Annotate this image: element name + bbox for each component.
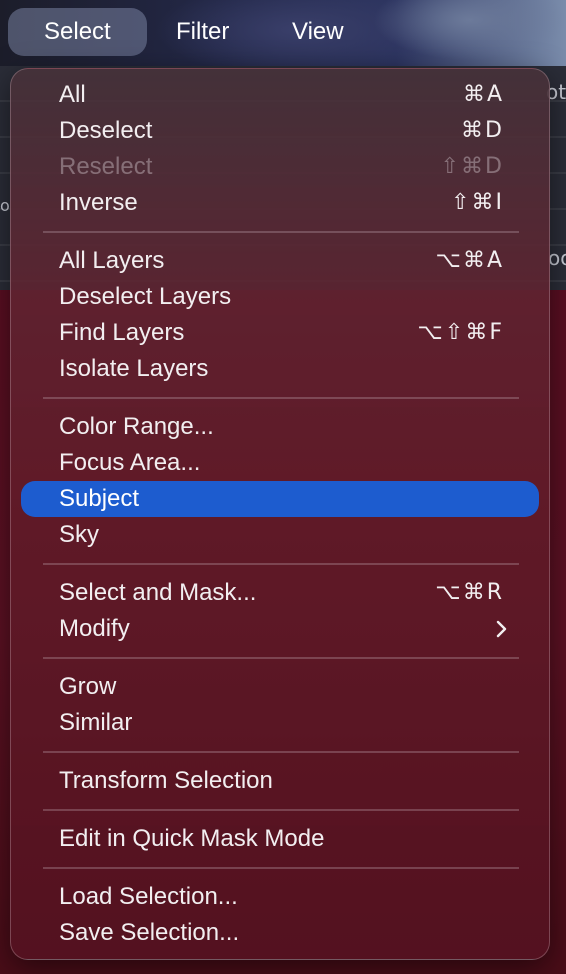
menu-item-label: Save Selection... <box>59 919 240 946</box>
menu-item-grow[interactable]: Grow <box>21 669 539 705</box>
menu-item-label: Transform Selection <box>59 767 273 794</box>
menu-item-label: All Layers <box>59 247 165 274</box>
menu-item-save-selection[interactable]: Save Selection... <box>21 915 539 951</box>
menu-separator <box>43 657 519 659</box>
menu-item-label: Deselect <box>59 117 153 144</box>
menu-item-all-layers[interactable]: All Layers ⌥⌘A <box>21 243 539 279</box>
menu-item-label: All <box>59 81 86 108</box>
menu-item-label: Deselect Layers <box>59 283 232 310</box>
menu-item-label: Modify <box>59 615 130 642</box>
menu-bar: Select Filter View <box>0 0 566 64</box>
menu-item-shortcut: ⌥⌘A <box>435 248 504 273</box>
menu-item-label: Similar <box>59 709 133 736</box>
select-menu: All ⌘A Deselect ⌘D Reselect ⇧⌘D Inverse … <box>10 68 550 960</box>
menu-item-shortcut: ⇧⌘I <box>451 190 504 215</box>
menu-separator <box>43 231 519 233</box>
menu-item-all[interactable]: All ⌘A <box>21 77 539 113</box>
menu-item-label: Color Range... <box>59 413 214 440</box>
menu-item-label: Load Selection... <box>59 883 238 910</box>
menu-item-label: Find Layers <box>59 319 185 346</box>
menu-item-label: Reselect <box>59 153 153 180</box>
menu-separator <box>43 563 519 565</box>
menubar-item-select[interactable]: Select <box>8 8 147 56</box>
menu-item-select-and-mask[interactable]: Select and Mask... ⌥⌘R <box>21 575 539 611</box>
menu-item-shortcut: ⌥⌘R <box>435 580 504 605</box>
menu-item-label: Edit in Quick Mask Mode <box>59 825 325 852</box>
menu-separator <box>43 809 519 811</box>
menu-item-similar[interactable]: Similar <box>21 705 539 741</box>
menu-item-shortcut: ⌘D <box>461 118 504 143</box>
menu-item-find-layers[interactable]: Find Layers ⌥⇧⌘F <box>21 315 539 351</box>
menu-item-shortcut: ⌥⇧⌘F <box>417 320 504 345</box>
menu-item-shortcut: ⇧⌘D <box>440 154 504 179</box>
menu-item-load-selection[interactable]: Load Selection... <box>21 879 539 915</box>
menu-separator <box>43 867 519 869</box>
menu-item-inverse[interactable]: Inverse ⇧⌘I <box>21 185 539 221</box>
menu-item-sky[interactable]: Sky <box>21 517 539 553</box>
menu-item-deselect[interactable]: Deselect ⌘D <box>21 113 539 149</box>
menu-item-label: Inverse <box>59 189 138 216</box>
menu-item-reselect: Reselect ⇧⌘D <box>21 149 539 185</box>
chevron-right-icon <box>495 611 509 656</box>
menu-item-color-range[interactable]: Color Range... <box>21 409 539 445</box>
menu-item-quick-mask[interactable]: Edit in Quick Mask Mode <box>21 821 539 857</box>
menu-item-label: Grow <box>59 673 117 700</box>
edge-text: oo <box>548 246 566 270</box>
menu-item-label: Isolate Layers <box>59 355 209 382</box>
menu-item-shortcut: ⌘A <box>462 82 504 107</box>
menu-item-subject[interactable]: Subject <box>21 481 539 517</box>
edge-text: o <box>0 196 10 215</box>
menu-separator <box>43 751 519 753</box>
menu-item-modify[interactable]: Modify <box>21 611 539 647</box>
menu-item-isolate-layers[interactable]: Isolate Layers <box>21 351 539 387</box>
menu-item-focus-area[interactable]: Focus Area... <box>21 445 539 481</box>
menu-item-transform-selection[interactable]: Transform Selection <box>21 763 539 799</box>
menu-item-label: Sky <box>59 521 100 548</box>
menu-item-label: Subject <box>59 485 140 512</box>
menu-separator <box>43 397 519 399</box>
menu-item-deselect-layers[interactable]: Deselect Layers <box>21 279 539 315</box>
menu-item-label: Select and Mask... <box>59 579 257 606</box>
menubar-item-view[interactable]: View <box>292 8 344 56</box>
menu-item-label: Focus Area... <box>59 449 201 476</box>
menubar-item-filter[interactable]: Filter <box>176 8 229 56</box>
